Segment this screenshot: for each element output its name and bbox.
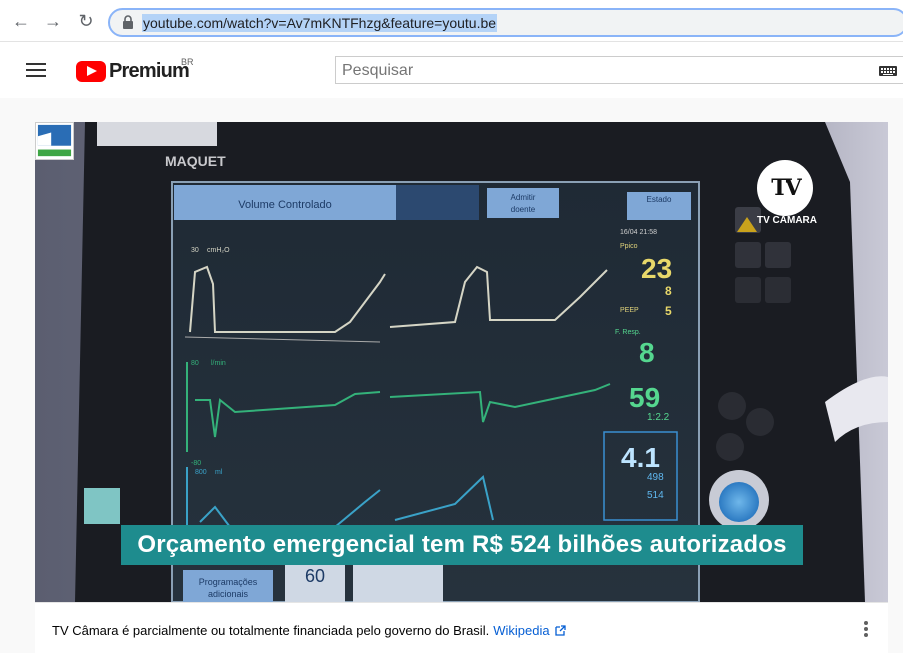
monitor-pausa: 8 [665,284,672,298]
monitor-prog-line1: Programações [199,577,258,587]
search-input[interactable] [342,62,862,80]
youtube-premium-logo[interactable]: Premium BR [76,57,194,83]
monitor-datetime: 16/04 21:58 [620,229,657,236]
monitor-scale-vol: 800 [195,469,207,476]
monitor-fresp-label: F. Resp. [615,329,641,336]
url-text[interactable]: youtube.com/watch?v=Av7mKNTFhzg&feature=… [142,14,498,32]
browser-toolbar: ← → ↻ youtube.com/watch?v=Av7mKNTFhzg&fe… [0,0,903,42]
monitor-unit-vol: ml [215,469,223,476]
caption-banner: Orçamento emergencial tem R$ 524 bilhões… [121,525,803,565]
logo-text: Premium [109,59,190,82]
monitor-scale-flow: 80 [191,360,199,367]
funding-info: TV Câmara é parcialmente ou totalmente f… [52,623,566,638]
monitor-ppico-label: Ppico [620,243,638,250]
channel-logo: TV [757,160,813,216]
monitor-admit-line2: doente [511,205,536,214]
monitor-ie: 1:2.2 [647,412,670,423]
channel-logo-label: TV CÂMARA [757,215,817,226]
monitor-vol: 4.1 [621,442,660,473]
monitor-v1: 498 [647,472,664,483]
more-options-icon[interactable] [861,621,871,639]
monitor-admit-line1: Admitir [511,193,536,202]
monitor-unit-pressure: cmH₂O [207,247,230,254]
monitor-bottom-value: 60 [305,566,325,586]
caption-accent [84,488,120,524]
monitor-v2: 514 [647,490,664,501]
monitor-unit-flow: l/min [211,360,226,367]
monitor-brand: MAQUET [165,153,226,169]
external-link-icon[interactable] [554,625,566,636]
keyboard-icon[interactable] [879,66,897,76]
forward-arrow-icon[interactable]: → [44,12,62,30]
address-bar[interactable]: youtube.com/watch?v=Av7mKNTFhzg&feature=… [108,8,903,37]
youtube-play-icon [76,60,106,82]
back-arrow-icon[interactable]: ← [12,12,30,30]
youtube-header: Premium BR [0,43,903,98]
monitor-peep: 5 [665,304,672,318]
reload-icon[interactable]: ↻ [77,12,95,30]
monitor-peep-label: PEEP [620,307,639,314]
monitor-mode: Volume Controlado [238,199,332,211]
monitor-fresp: 8 [639,337,655,368]
video-player[interactable]: MAQUET Volume Controlado Admitir doente … [35,122,888,602]
monitor-state: Estado [647,195,672,204]
monitor-ppico: 23 [641,253,672,284]
channel-logo-text: TV [771,175,802,201]
search-box[interactable] [335,56,903,84]
monitor-prog-line2: adicionais [208,589,249,599]
caption-text: Orçamento emergencial tem R$ 524 bilhões… [137,531,787,558]
monitor-scale-pressure: 30 [191,247,199,254]
menu-icon[interactable] [26,63,46,77]
monitor-scale-flow-neg: -80 [191,460,201,467]
funding-text: TV Câmara é parcialmente ou totalmente f… [52,623,490,638]
wikipedia-link[interactable]: Wikipedia [493,623,549,638]
lock-icon [123,15,133,29]
monitor-o2: 59 [629,382,660,413]
broadcaster-badge-icon [35,122,74,160]
funding-info-panel: TV Câmara é parcialmente ou totalmente f… [35,602,888,653]
country-code: BR [181,57,194,67]
